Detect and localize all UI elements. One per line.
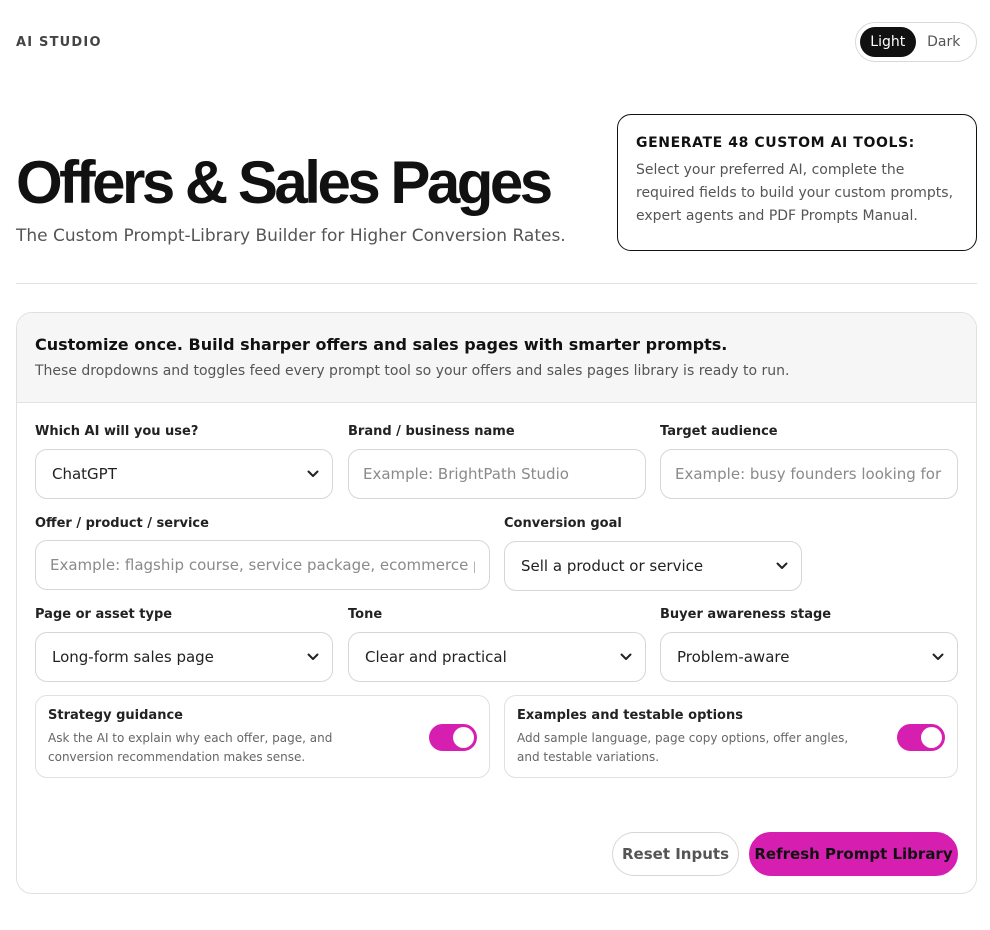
conversion-goal-label: Conversion goal [504,516,622,531]
refresh-prompt-library-button[interactable]: Refresh Prompt Library [749,832,958,876]
strategy-guidance-description: Ask the AI to explain why each offer, pa… [48,731,333,764]
target-audience-label: Target audience [660,424,778,439]
examples-options-toggle[interactable] [897,724,945,751]
awareness-stage-value: Problem-aware [677,648,790,666]
chevron-down-icon [619,650,633,664]
theme-dark-button[interactable]: Dark [916,27,972,57]
page-subtitle: The Custom Prompt-Library Builder for Hi… [16,226,566,246]
ai-select[interactable]: ChatGPT [35,449,333,499]
info-card: GENERATE 48 CUSTOM AI TOOLS: Select your… [617,114,977,251]
page-type-label: Page or asset type [35,607,173,622]
examples-options-card: Examples and testable options Add sample… [504,695,958,778]
tone-value: Clear and practical [365,648,507,666]
tone-label: Tone [348,607,383,622]
ai-select-value: ChatGPT [52,465,117,483]
info-card-title: GENERATE 48 CUSTOM AI TOOLS: [636,135,915,151]
top-bar: AI STUDIO Light Dark [16,22,977,62]
brand-name-label: Brand / business name [348,424,515,439]
examples-options-title: Examples and testable options [517,708,743,723]
info-card-text: Select your preferred AI, complete the r… [636,162,954,224]
ai-select-label: Which AI will you use? [35,424,199,439]
section-divider [16,283,977,284]
chevron-down-icon [306,650,320,664]
target-audience-input[interactable] [660,449,958,499]
theme-toggle: Light Dark [855,22,977,62]
toggle-knob [921,727,942,748]
toggle-knob [453,727,474,748]
brand-name-input[interactable] [348,449,646,499]
offer-input[interactable] [35,540,490,590]
chevron-down-icon [931,650,945,664]
chevron-down-icon [306,467,320,481]
awareness-stage-select[interactable]: Problem-aware [660,632,958,682]
page-type-value: Long-form sales page [52,648,214,666]
theme-light-button[interactable]: Light [860,27,916,57]
page-title: Offers & Sales Pages [16,149,553,216]
settings-panel: Customize once. Build sharper offers and… [16,312,977,894]
examples-options-description: Add sample language, page copy options, … [517,731,849,764]
page-type-select[interactable]: Long-form sales page [35,632,333,682]
reset-inputs-button[interactable]: Reset Inputs [612,832,739,876]
conversion-goal-value: Sell a product or service [521,557,704,575]
chevron-down-icon [775,559,789,573]
conversion-goal-select[interactable]: Sell a product or service [504,541,802,591]
panel-header: Customize once. Build sharper offers and… [17,313,976,403]
strategy-guidance-title: Strategy guidance [48,708,183,723]
strategy-guidance-toggle[interactable] [429,724,477,751]
tone-select[interactable]: Clear and practical [348,632,646,682]
panel-subheading: These dropdowns and toggles feed every p… [35,363,790,379]
offer-label: Offer / product / service [35,516,209,531]
panel-heading: Customize once. Build sharper offers and… [35,335,728,354]
strategy-guidance-card: Strategy guidance Ask the AI to explain … [35,695,490,778]
brand-logo: AI STUDIO [16,35,102,50]
awareness-stage-label: Buyer awareness stage [660,607,832,622]
